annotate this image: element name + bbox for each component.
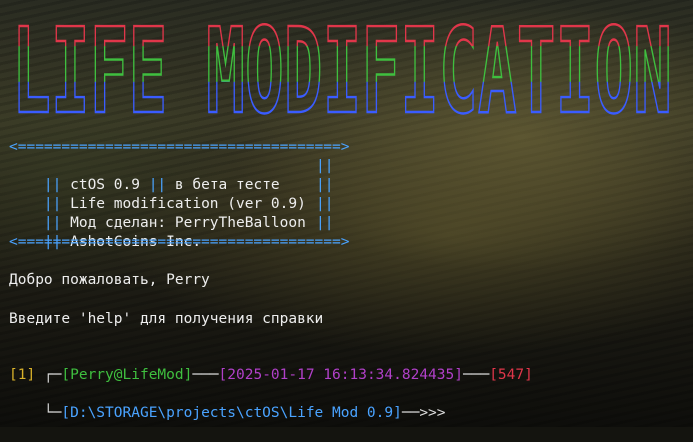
banner-title-inner: LIFE MODIFICATION [12,2,672,130]
prompt-line-2[interactable]: └─[D:\STORAGE\projects\ctOS\Life Mod 0.9… [9,385,446,442]
terminal-window[interactable]: LIFE MODIFICATION LIFE MODIFICATION <===… [0,0,693,427]
help-hint-message: Введите 'help' для получения справки [9,311,324,327]
prompt-path: [D:\STORAGE\projects\ctOS\Life Mod 0.9] [61,405,402,421]
prompt-user-host: [Perry@LifeMod] [61,367,193,383]
prompt-separator: ─── [462,367,490,383]
box-edge-right: || [316,215,334,231]
info-box-bottom-border: <=====================================> [9,234,350,250]
prompt-corner: └─ [43,405,62,421]
prompt-corner: ┌─ [43,367,62,383]
prompt-timestamp: [2025-01-17 16:13:34.824435] [218,367,463,383]
box-edge-right: || [316,177,334,193]
prompt-separator: ─── [192,367,219,383]
box-edge-right: || [316,158,334,174]
welcome-message: Добро пожаловать, Perry [9,272,210,288]
box-edge-right: || [316,196,334,212]
prompt-counter: [547] [489,367,533,383]
info-box-top-border: <=====================================> [9,139,350,155]
ascii-banner: LIFE MODIFICATION LIFE MODIFICATION [11,1,673,130]
prompt-arrow: ──>>> [401,405,446,421]
prompt-index: [1] [9,367,36,383]
